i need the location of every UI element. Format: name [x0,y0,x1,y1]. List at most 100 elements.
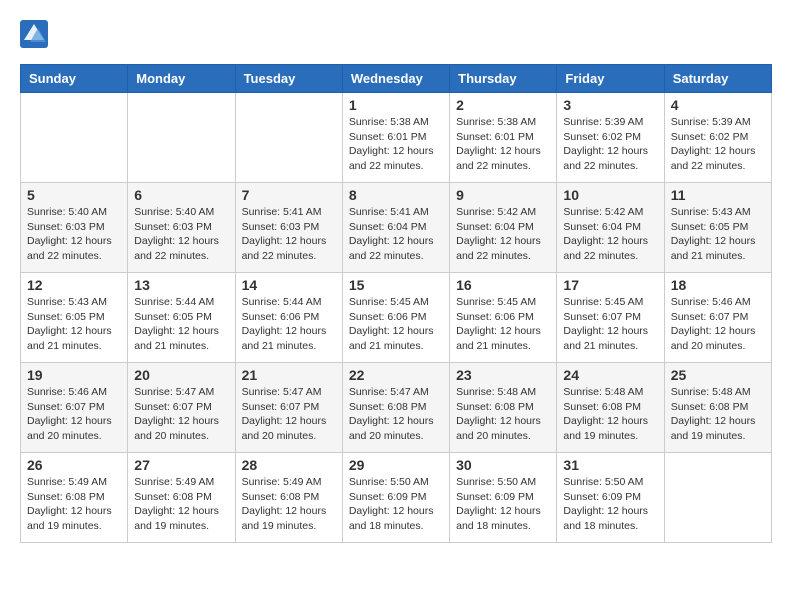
table-row: 15Sunrise: 5:45 AM Sunset: 6:06 PM Dayli… [342,273,449,363]
day-number: 27 [134,457,228,473]
day-number: 2 [456,97,550,113]
day-number: 17 [563,277,657,293]
day-number: 8 [349,187,443,203]
day-info: Sunrise: 5:41 AM Sunset: 6:04 PM Dayligh… [349,205,443,264]
col-header-thursday: Thursday [450,65,557,93]
day-number: 22 [349,367,443,383]
day-info: Sunrise: 5:47 AM Sunset: 6:07 PM Dayligh… [242,385,336,444]
day-info: Sunrise: 5:45 AM Sunset: 6:06 PM Dayligh… [349,295,443,354]
table-row: 6 Sunrise: 5:40 AM Sunset: 6:03 PM Daylig… [128,183,235,273]
calendar-week-row: 19 Sunrise: 5:46 AM Sunset: 6:07 PM Dayli… [21,363,772,453]
day-info: Sunrise: 5:50 AM Sunset: 6:09 PM Dayligh… [349,475,443,534]
day-info: Sunrise: 5:40 AM Sunset: 6:03 PM Dayligh… [27,205,121,264]
calendar-week-row: 5 Sunrise: 5:40 AM Sunset: 6:03 PM Daylig… [21,183,772,273]
day-number: 7 [242,187,336,203]
table-row: 27 Sunrise: 5:49 AM Sunset: 6:08 PM Dayli… [128,453,235,543]
table-row: 11 Sunrise: 5:43 AM Sunset: 6:05 PM Dayli… [664,183,771,273]
table-row: 18Sunrise: 5:46 AM Sunset: 6:07 PM Dayli… [664,273,771,363]
day-number: 23 [456,367,550,383]
table-row: 20 Sunrise: 5:47 AM Sunset: 6:07 PM Dayli… [128,363,235,453]
col-header-saturday: Saturday [664,65,771,93]
table-row [235,93,342,183]
day-number: 10 [563,187,657,203]
day-info: Sunrise: 5:49 AM Sunset: 6:08 PM Dayligh… [134,475,228,534]
table-row: 31 Sunrise: 5:50 AM Sunset: 6:09 PM Dayli… [557,453,664,543]
day-number: 11 [671,187,765,203]
day-info: Sunrise: 5:44 AM Sunset: 6:06 PM Dayligh… [242,295,336,354]
table-row [664,453,771,543]
table-row: 25 Sunrise: 5:48 AM Sunset: 6:08 PM Dayli… [664,363,771,453]
day-number: 12 [27,277,121,293]
day-info: Sunrise: 5:50 AM Sunset: 6:09 PM Dayligh… [563,475,657,534]
day-number: 6 [134,187,228,203]
calendar-week-row: 1 Sunrise: 5:38 AM Sunset: 6:01 PM Daylig… [21,93,772,183]
day-info: Sunrise: 5:45 AM Sunset: 6:06 PM Dayligh… [456,295,550,354]
day-number: 28 [242,457,336,473]
calendar-week-row: 12Sunrise: 5:43 AM Sunset: 6:05 PM Dayli… [21,273,772,363]
day-number: 3 [563,97,657,113]
day-number: 16 [456,277,550,293]
col-header-monday: Monday [128,65,235,93]
day-number: 26 [27,457,121,473]
day-info: Sunrise: 5:42 AM Sunset: 6:04 PM Dayligh… [563,205,657,264]
header [20,20,772,48]
day-info: Sunrise: 5:39 AM Sunset: 6:02 PM Dayligh… [563,115,657,174]
day-number: 21 [242,367,336,383]
calendar-header-row: SundayMondayTuesdayWednesdayThursdayFrid… [21,65,772,93]
table-row: 23 Sunrise: 5:48 AM Sunset: 6:08 PM Dayli… [450,363,557,453]
table-row [128,93,235,183]
day-number: 14 [242,277,336,293]
day-number: 30 [456,457,550,473]
day-info: Sunrise: 5:49 AM Sunset: 6:08 PM Dayligh… [27,475,121,534]
day-number: 25 [671,367,765,383]
day-info: Sunrise: 5:41 AM Sunset: 6:03 PM Dayligh… [242,205,336,264]
day-number: 19 [27,367,121,383]
table-row: 13 Sunrise: 5:44 AM Sunset: 6:05 PM Dayli… [128,273,235,363]
table-row: 12Sunrise: 5:43 AM Sunset: 6:05 PM Dayli… [21,273,128,363]
day-info: Sunrise: 5:45 AM Sunset: 6:07 PM Dayligh… [563,295,657,354]
day-info: Sunrise: 5:38 AM Sunset: 6:01 PM Dayligh… [456,115,550,174]
table-row: 14 Sunrise: 5:44 AM Sunset: 6:06 PM Dayli… [235,273,342,363]
day-info: Sunrise: 5:47 AM Sunset: 6:07 PM Dayligh… [134,385,228,444]
day-number: 13 [134,277,228,293]
day-info: Sunrise: 5:38 AM Sunset: 6:01 PM Dayligh… [349,115,443,174]
table-row: 7 Sunrise: 5:41 AM Sunset: 6:03 PM Daylig… [235,183,342,273]
table-row: 30Sunrise: 5:50 AM Sunset: 6:09 PM Dayli… [450,453,557,543]
table-row: 8 Sunrise: 5:41 AM Sunset: 6:04 PM Daylig… [342,183,449,273]
table-row: 3 Sunrise: 5:39 AM Sunset: 6:02 PM Daylig… [557,93,664,183]
day-info: Sunrise: 5:43 AM Sunset: 6:05 PM Dayligh… [671,205,765,264]
day-info: Sunrise: 5:47 AM Sunset: 6:08 PM Dayligh… [349,385,443,444]
table-row: 28 Sunrise: 5:49 AM Sunset: 6:08 PM Dayli… [235,453,342,543]
day-number: 1 [349,97,443,113]
day-number: 9 [456,187,550,203]
day-info: Sunrise: 5:49 AM Sunset: 6:08 PM Dayligh… [242,475,336,534]
day-info: Sunrise: 5:48 AM Sunset: 6:08 PM Dayligh… [671,385,765,444]
day-number: 24 [563,367,657,383]
calendar-page: SundayMondayTuesdayWednesdayThursdayFrid… [0,0,792,563]
day-info: Sunrise: 5:40 AM Sunset: 6:03 PM Dayligh… [134,205,228,264]
day-info: Sunrise: 5:46 AM Sunset: 6:07 PM Dayligh… [671,295,765,354]
table-row: 10 Sunrise: 5:42 AM Sunset: 6:04 PM Dayli… [557,183,664,273]
day-number: 5 [27,187,121,203]
day-number: 31 [563,457,657,473]
table-row: 17 Sunrise: 5:45 AM Sunset: 6:07 PM Dayli… [557,273,664,363]
day-info: Sunrise: 5:46 AM Sunset: 6:07 PM Dayligh… [27,385,121,444]
table-row: 21 Sunrise: 5:47 AM Sunset: 6:07 PM Dayli… [235,363,342,453]
calendar-table: SundayMondayTuesdayWednesdayThursdayFrid… [20,64,772,543]
day-number: 29 [349,457,443,473]
day-info: Sunrise: 5:48 AM Sunset: 6:08 PM Dayligh… [456,385,550,444]
table-row: 9 Sunrise: 5:42 AM Sunset: 6:04 PM Daylig… [450,183,557,273]
col-header-friday: Friday [557,65,664,93]
day-info: Sunrise: 5:39 AM Sunset: 6:02 PM Dayligh… [671,115,765,174]
table-row [21,93,128,183]
day-number: 20 [134,367,228,383]
table-row: 19 Sunrise: 5:46 AM Sunset: 6:07 PM Dayli… [21,363,128,453]
day-info: Sunrise: 5:44 AM Sunset: 6:05 PM Dayligh… [134,295,228,354]
day-info: Sunrise: 5:42 AM Sunset: 6:04 PM Dayligh… [456,205,550,264]
table-row: 2 Sunrise: 5:38 AM Sunset: 6:01 PM Daylig… [450,93,557,183]
day-info: Sunrise: 5:48 AM Sunset: 6:08 PM Dayligh… [563,385,657,444]
table-row: 5 Sunrise: 5:40 AM Sunset: 6:03 PM Daylig… [21,183,128,273]
col-header-sunday: Sunday [21,65,128,93]
table-row: 24 Sunrise: 5:48 AM Sunset: 6:08 PM Dayli… [557,363,664,453]
logo-icon [20,20,48,48]
